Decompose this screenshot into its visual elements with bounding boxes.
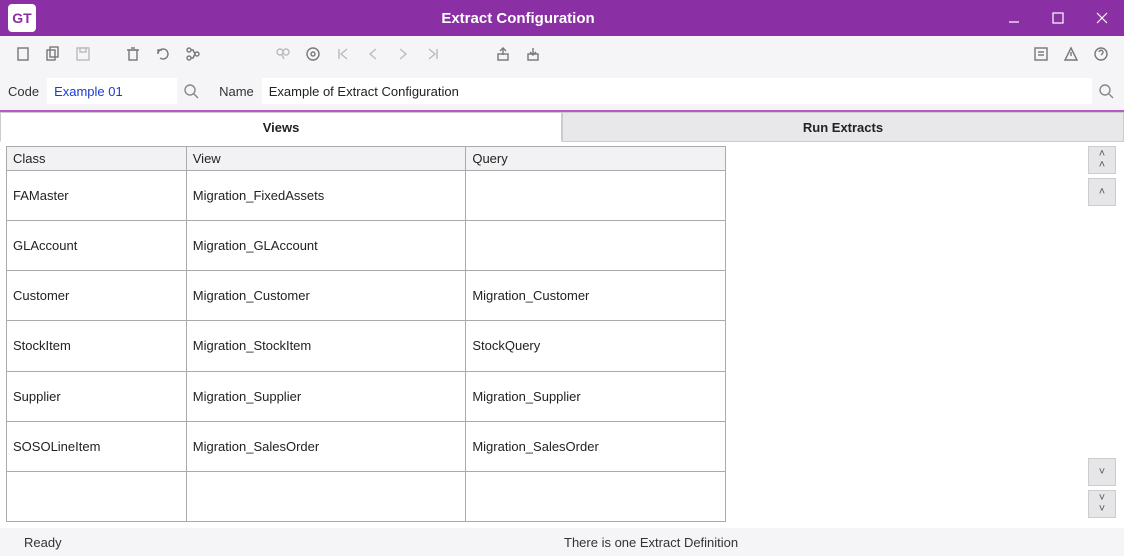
refresh-icon[interactable] — [150, 41, 176, 67]
cell-class[interactable]: Customer — [7, 271, 187, 321]
cell-query[interactable]: Migration_Customer — [466, 271, 726, 321]
next-icon — [390, 41, 416, 67]
cell-class[interactable]: StockItem — [7, 321, 187, 371]
name-label: Name — [219, 84, 254, 99]
col-class[interactable]: Class — [7, 147, 187, 171]
branch-icon[interactable] — [180, 41, 206, 67]
cell-view[interactable]: Migration_Supplier — [186, 371, 466, 421]
minimize-button[interactable] — [992, 0, 1036, 36]
export-icon[interactable] — [490, 41, 516, 67]
code-lookup-icon[interactable] — [181, 81, 201, 101]
code-label: Code — [8, 84, 39, 99]
cell-view[interactable]: Migration_Customer — [186, 271, 466, 321]
cell-class[interactable]: SOSOLineItem — [7, 421, 187, 471]
views-grid[interactable]: Class View Query FAMasterMigration_Fixed… — [6, 146, 726, 522]
cell-view[interactable]: Migration_SalesOrder — [186, 421, 466, 471]
cell-view[interactable]: Migration_FixedAssets — [186, 171, 466, 221]
tab-run-extracts[interactable]: Run Extracts — [562, 112, 1124, 142]
toolbar — [0, 36, 1124, 72]
tab-strip: Views Run Extracts — [0, 112, 1124, 142]
move-up-button[interactable]: ˄ — [1088, 178, 1116, 206]
status-bar: Ready There is one Extract Definition — [0, 528, 1124, 556]
cell-view[interactable]: Migration_GLAccount — [186, 221, 466, 271]
content-area: Class View Query FAMasterMigration_Fixed… — [0, 142, 1124, 528]
reorder-buttons: ˄˄ ˄ ˅ ˅˅ — [1088, 146, 1118, 522]
cell-view[interactable]: Migration_StockItem — [186, 321, 466, 371]
last-icon — [420, 41, 446, 67]
table-row[interactable]: CustomerMigration_CustomerMigration_Cust… — [7, 271, 726, 321]
cell-class[interactable]: Supplier — [7, 371, 187, 421]
cell-view[interactable] — [186, 471, 466, 521]
col-view[interactable]: View — [186, 147, 466, 171]
cell-query[interactable]: StockQuery — [466, 321, 726, 371]
copy-icon[interactable] — [40, 41, 66, 67]
status-left: Ready — [24, 535, 564, 550]
notes-icon[interactable] — [1028, 41, 1054, 67]
form-row: Code Name — [0, 72, 1124, 112]
title-bar: GT Extract Configuration — [0, 0, 1124, 36]
cell-class[interactable]: GLAccount — [7, 221, 187, 271]
move-top-button[interactable]: ˄˄ — [1088, 146, 1116, 174]
table-row[interactable]: SupplierMigration_SupplierMigration_Supp… — [7, 371, 726, 421]
code-input[interactable] — [47, 78, 177, 104]
cell-query[interactable] — [466, 171, 726, 221]
cell-class[interactable]: FAMaster — [7, 171, 187, 221]
delete-icon[interactable] — [120, 41, 146, 67]
help-icon[interactable] — [1088, 41, 1114, 67]
status-center: There is one Extract Definition — [564, 535, 738, 550]
cell-query[interactable]: Migration_SalesOrder — [466, 421, 726, 471]
cell-query[interactable]: Migration_Supplier — [466, 371, 726, 421]
warning-icon[interactable] — [1058, 41, 1084, 67]
move-down-button[interactable]: ˅ — [1088, 458, 1116, 486]
maximize-button[interactable] — [1036, 0, 1080, 36]
table-row[interactable]: FAMasterMigration_FixedAssets — [7, 171, 726, 221]
first-icon — [330, 41, 356, 67]
col-query[interactable]: Query — [466, 147, 726, 171]
move-bottom-button[interactable]: ˅˅ — [1088, 490, 1116, 518]
app-icon: GT — [8, 4, 36, 32]
name-lookup-icon[interactable] — [1096, 81, 1116, 101]
cell-query[interactable] — [466, 471, 726, 521]
prev-icon — [360, 41, 386, 67]
table-row[interactable]: GLAccountMigration_GLAccount — [7, 221, 726, 271]
name-input[interactable] — [262, 78, 1092, 104]
table-row[interactable]: SOSOLineItemMigration_SalesOrderMigratio… — [7, 421, 726, 471]
find-icon — [270, 41, 296, 67]
grid-blank-area — [726, 146, 1084, 522]
cell-class[interactable] — [7, 471, 187, 521]
close-button[interactable] — [1080, 0, 1124, 36]
tab-views[interactable]: Views — [0, 112, 562, 142]
cell-query[interactable] — [466, 221, 726, 271]
new-icon[interactable] — [10, 41, 36, 67]
import-icon[interactable] — [520, 41, 546, 67]
table-row[interactable] — [7, 471, 726, 521]
target-icon[interactable] — [300, 41, 326, 67]
window-title: Extract Configuration — [44, 10, 992, 27]
save-icon — [70, 41, 96, 67]
table-row[interactable]: StockItemMigration_StockItemStockQuery — [7, 321, 726, 371]
